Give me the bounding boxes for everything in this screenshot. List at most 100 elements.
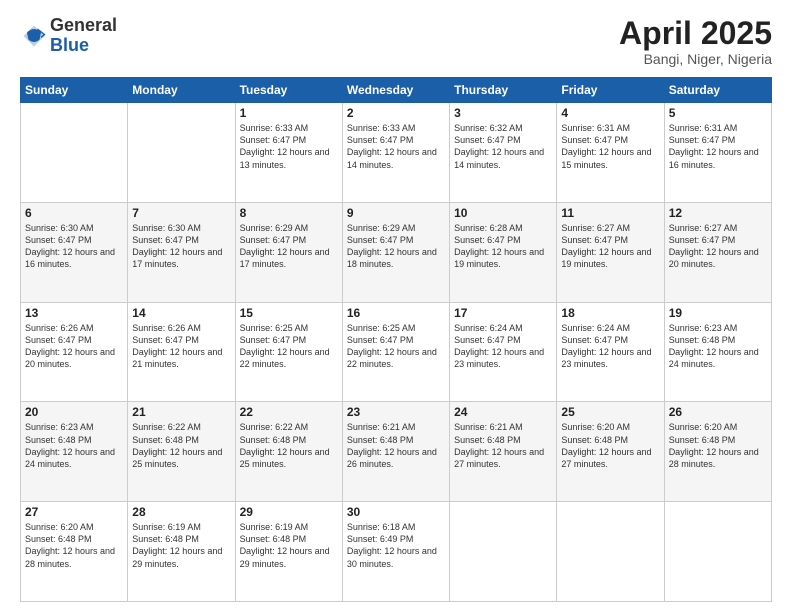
- day-info: Sunrise: 6:23 AM Sunset: 6:48 PM Dayligh…: [25, 421, 123, 470]
- day-info: Sunrise: 6:26 AM Sunset: 6:47 PM Dayligh…: [25, 322, 123, 371]
- day-number: 22: [240, 405, 338, 419]
- calendar-cell: 12Sunrise: 6:27 AM Sunset: 6:47 PM Dayli…: [664, 202, 771, 302]
- day-number: 4: [561, 106, 659, 120]
- day-info: Sunrise: 6:27 AM Sunset: 6:47 PM Dayligh…: [561, 222, 659, 271]
- calendar-cell: 30 Sunrise: 6:18 AM Sunset: 6:49 PM Dayli…: [342, 502, 449, 602]
- day-info: Sunrise: 6:25 AM Sunset: 6:47 PM Dayligh…: [347, 322, 445, 371]
- day-number: 18: [561, 306, 659, 320]
- calendar-cell: 1 Sunrise: 6:33 AM Sunset: 6:47 PM Daylig…: [235, 103, 342, 203]
- day-number: 27: [25, 505, 123, 519]
- day-number: 10: [454, 206, 552, 220]
- calendar-week-3: 13 Sunrise: 6:26 AM Sunset: 6:47 PM Dayli…: [21, 302, 772, 402]
- day-number: 11: [561, 206, 659, 220]
- day-number: 28: [132, 505, 230, 519]
- day-number: 6: [25, 206, 123, 220]
- day-info: Sunrise: 6:24 AM Sunset: 6:47 PM Dayligh…: [454, 322, 552, 371]
- day-number: 19: [669, 306, 767, 320]
- calendar-week-1: 1 Sunrise: 6:33 AM Sunset: 6:47 PM Daylig…: [21, 103, 772, 203]
- day-info: Sunrise: 6:25 AM Sunset: 6:47 PM Dayligh…: [240, 322, 338, 371]
- weekday-header-tuesday: Tuesday: [235, 78, 342, 103]
- day-number: 8: [240, 206, 338, 220]
- day-number: 29: [240, 505, 338, 519]
- day-info: Sunrise: 6:19 AM Sunset: 6:48 PM Dayligh…: [132, 521, 230, 570]
- calendar-cell: 29Sunrise: 6:19 AM Sunset: 6:48 PM Dayli…: [235, 502, 342, 602]
- calendar-cell: [128, 103, 235, 203]
- calendar-table: SundayMondayTuesdayWednesdayThursdayFrid…: [20, 77, 772, 602]
- calendar-week-5: 27 Sunrise: 6:20 AM Sunset: 6:48 PM Dayli…: [21, 502, 772, 602]
- weekday-header-friday: Friday: [557, 78, 664, 103]
- calendar-week-2: 6 Sunrise: 6:30 AM Sunset: 6:47 PM Daylig…: [21, 202, 772, 302]
- logo-text: General Blue: [50, 16, 117, 56]
- day-info: Sunrise: 6:21 AM Sunset: 6:48 PM Dayligh…: [454, 421, 552, 470]
- day-info: Sunrise: 6:31 AM Sunset: 6:47 PM Dayligh…: [561, 122, 659, 171]
- calendar-cell: 25 Sunrise: 6:20 AM Sunset: 6:48 PM Dayli…: [557, 402, 664, 502]
- calendar-cell: 8Sunrise: 6:29 AM Sunset: 6:47 PM Daylig…: [235, 202, 342, 302]
- day-number: 3: [454, 106, 552, 120]
- day-info: Sunrise: 6:20 AM Sunset: 6:48 PM Dayligh…: [669, 421, 767, 470]
- day-info: Sunrise: 6:26 AM Sunset: 6:47 PM Dayligh…: [132, 322, 230, 371]
- weekday-header-saturday: Saturday: [664, 78, 771, 103]
- calendar-cell: 19Sunrise: 6:23 AM Sunset: 6:48 PM Dayli…: [664, 302, 771, 402]
- day-number: 5: [669, 106, 767, 120]
- calendar-cell: 3 Sunrise: 6:32 AM Sunset: 6:47 PM Daylig…: [450, 103, 557, 203]
- day-number: 2: [347, 106, 445, 120]
- day-info: Sunrise: 6:18 AM Sunset: 6:49 PM Dayligh…: [347, 521, 445, 570]
- calendar-cell: 22 Sunrise: 6:22 AM Sunset: 6:48 PM Dayli…: [235, 402, 342, 502]
- calendar-cell: 17 Sunrise: 6:24 AM Sunset: 6:47 PM Dayli…: [450, 302, 557, 402]
- day-info: Sunrise: 6:22 AM Sunset: 6:48 PM Dayligh…: [240, 421, 338, 470]
- day-info: Sunrise: 6:32 AM Sunset: 6:47 PM Dayligh…: [454, 122, 552, 171]
- day-info: Sunrise: 6:22 AM Sunset: 6:48 PM Dayligh…: [132, 421, 230, 470]
- calendar-cell: 2Sunrise: 6:33 AM Sunset: 6:47 PM Daylig…: [342, 103, 449, 203]
- weekday-header-sunday: Sunday: [21, 78, 128, 103]
- calendar-cell: [450, 502, 557, 602]
- day-info: Sunrise: 6:30 AM Sunset: 6:47 PM Dayligh…: [25, 222, 123, 271]
- calendar-cell: 24 Sunrise: 6:21 AM Sunset: 6:48 PM Dayli…: [450, 402, 557, 502]
- weekday-header-monday: Monday: [128, 78, 235, 103]
- calendar-week-4: 20 Sunrise: 6:23 AM Sunset: 6:48 PM Dayli…: [21, 402, 772, 502]
- calendar-cell: 21 Sunrise: 6:22 AM Sunset: 6:48 PM Dayli…: [128, 402, 235, 502]
- calendar-cell: 13 Sunrise: 6:26 AM Sunset: 6:47 PM Dayli…: [21, 302, 128, 402]
- weekday-header-wednesday: Wednesday: [342, 78, 449, 103]
- calendar-cell: 28 Sunrise: 6:19 AM Sunset: 6:48 PM Dayli…: [128, 502, 235, 602]
- day-number: 25: [561, 405, 659, 419]
- calendar-cell: 20 Sunrise: 6:23 AM Sunset: 6:48 PM Dayli…: [21, 402, 128, 502]
- logo: General Blue: [20, 16, 117, 56]
- calendar-cell: 18Sunrise: 6:24 AM Sunset: 6:47 PM Dayli…: [557, 302, 664, 402]
- day-number: 13: [25, 306, 123, 320]
- calendar-cell: 27 Sunrise: 6:20 AM Sunset: 6:48 PM Dayli…: [21, 502, 128, 602]
- day-info: Sunrise: 6:33 AM Sunset: 6:47 PM Dayligh…: [240, 122, 338, 171]
- calendar-cell: 16Sunrise: 6:25 AM Sunset: 6:47 PM Dayli…: [342, 302, 449, 402]
- day-number: 1: [240, 106, 338, 120]
- day-number: 30: [347, 505, 445, 519]
- calendar-cell: 6 Sunrise: 6:30 AM Sunset: 6:47 PM Daylig…: [21, 202, 128, 302]
- calendar-cell: 15Sunrise: 6:25 AM Sunset: 6:47 PM Dayli…: [235, 302, 342, 402]
- calendar-cell: 26 Sunrise: 6:20 AM Sunset: 6:48 PM Dayli…: [664, 402, 771, 502]
- page: General Blue April 2025 Bangi, Niger, Ni…: [0, 0, 792, 612]
- calendar-cell: 9Sunrise: 6:29 AM Sunset: 6:47 PM Daylig…: [342, 202, 449, 302]
- calendar-cell: [557, 502, 664, 602]
- day-number: 26: [669, 405, 767, 419]
- calendar-cell: [21, 103, 128, 203]
- calendar-cell: 5Sunrise: 6:31 AM Sunset: 6:47 PM Daylig…: [664, 103, 771, 203]
- day-number: 21: [132, 405, 230, 419]
- day-number: 9: [347, 206, 445, 220]
- day-number: 7: [132, 206, 230, 220]
- calendar-header-row: SundayMondayTuesdayWednesdayThursdayFrid…: [21, 78, 772, 103]
- calendar-cell: 10Sunrise: 6:28 AM Sunset: 6:47 PM Dayli…: [450, 202, 557, 302]
- calendar-cell: 14 Sunrise: 6:26 AM Sunset: 6:47 PM Dayli…: [128, 302, 235, 402]
- day-number: 20: [25, 405, 123, 419]
- day-info: Sunrise: 6:20 AM Sunset: 6:48 PM Dayligh…: [25, 521, 123, 570]
- calendar-cell: 23Sunrise: 6:21 AM Sunset: 6:48 PM Dayli…: [342, 402, 449, 502]
- day-info: Sunrise: 6:27 AM Sunset: 6:47 PM Dayligh…: [669, 222, 767, 271]
- calendar-cell: 7 Sunrise: 6:30 AM Sunset: 6:47 PM Daylig…: [128, 202, 235, 302]
- day-info: Sunrise: 6:21 AM Sunset: 6:48 PM Dayligh…: [347, 421, 445, 470]
- day-number: 14: [132, 306, 230, 320]
- month-title: April 2025: [619, 16, 772, 51]
- day-info: Sunrise: 6:20 AM Sunset: 6:48 PM Dayligh…: [561, 421, 659, 470]
- calendar-cell: 4 Sunrise: 6:31 AM Sunset: 6:47 PM Daylig…: [557, 103, 664, 203]
- calendar-cell: [664, 502, 771, 602]
- day-info: Sunrise: 6:30 AM Sunset: 6:47 PM Dayligh…: [132, 222, 230, 271]
- title-block: April 2025 Bangi, Niger, Nigeria: [619, 16, 772, 67]
- day-number: 17: [454, 306, 552, 320]
- day-number: 24: [454, 405, 552, 419]
